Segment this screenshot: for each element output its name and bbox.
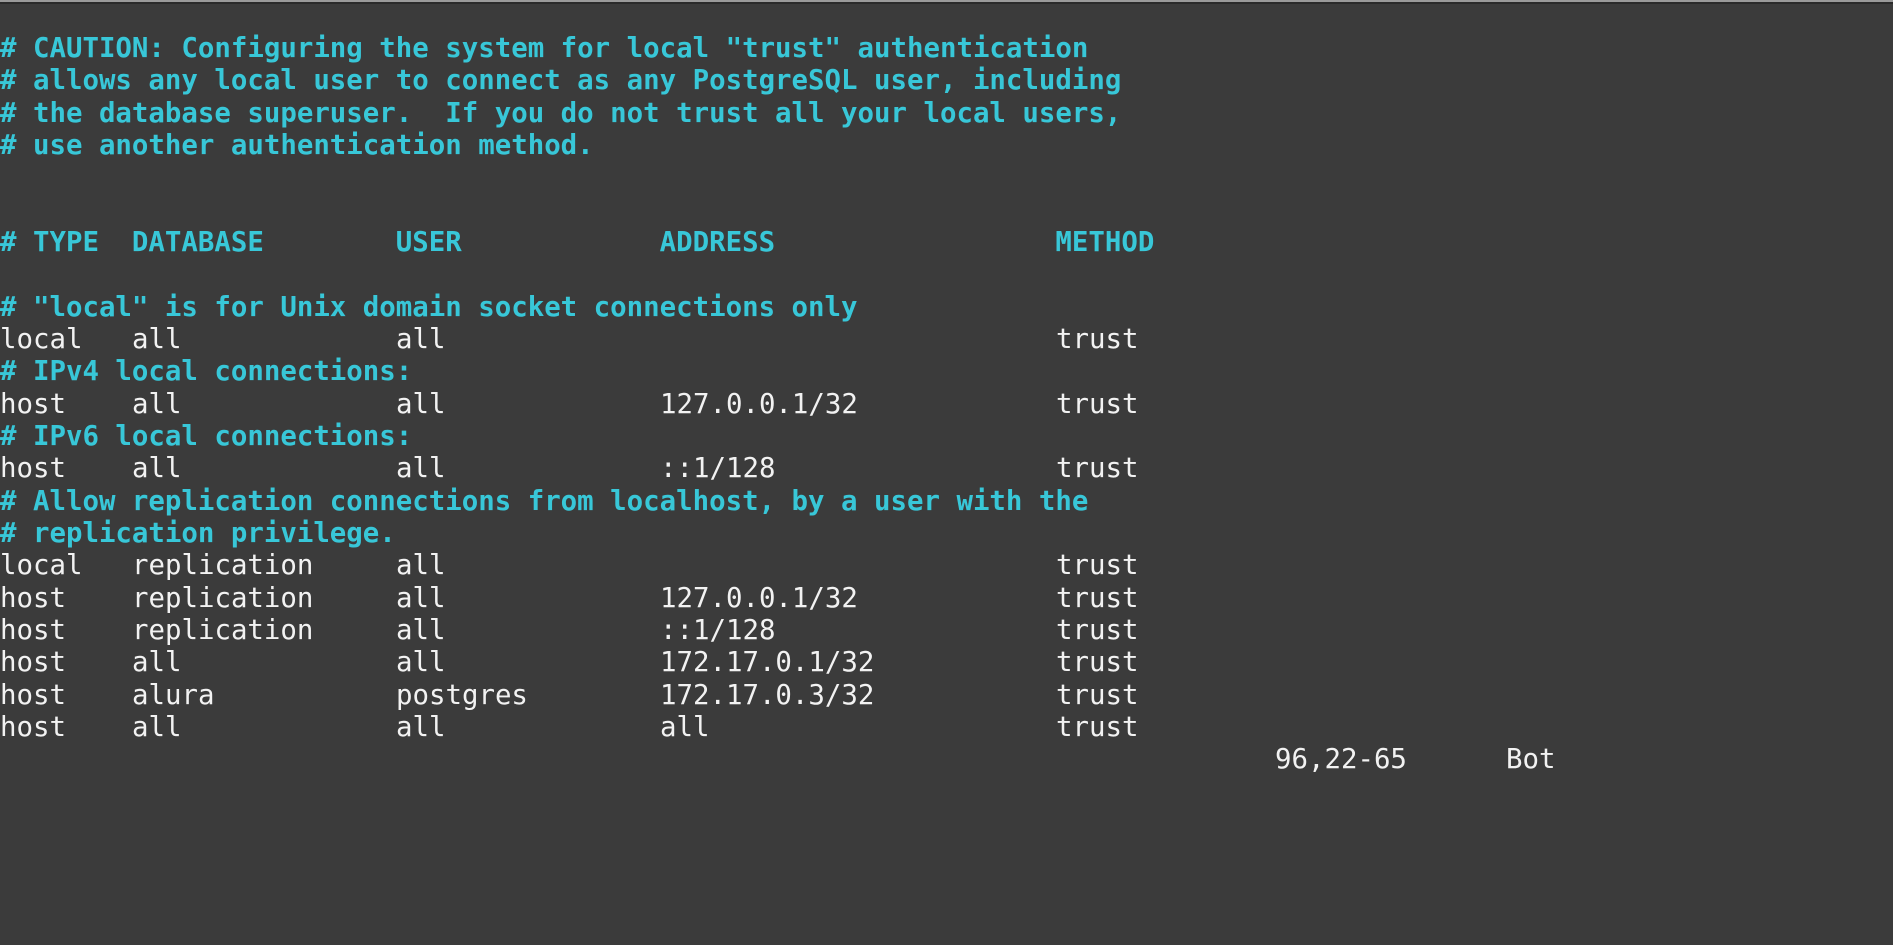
hba-entry-row: host all all::1/128 trust bbox=[0, 453, 1893, 485]
hba-database: all bbox=[132, 647, 182, 679]
hba-method: trust bbox=[1056, 550, 1139, 582]
hba-entry-row: local replication all trust bbox=[0, 550, 1893, 582]
hba-method: trust bbox=[1056, 647, 1139, 679]
hba-database: all bbox=[132, 453, 182, 485]
hba-address: ::1/128 bbox=[660, 453, 776, 485]
hba-type: host bbox=[0, 679, 66, 711]
hba-method: trust bbox=[1056, 679, 1139, 711]
hba-database: alura bbox=[132, 679, 215, 711]
hba-database: all bbox=[132, 712, 182, 744]
hba-method: trust bbox=[1056, 615, 1139, 647]
hba-user: all bbox=[396, 453, 446, 485]
hba-entry-row: host alura postgres 172.17.0.3/32 trust bbox=[0, 680, 1893, 712]
vim-ruler: 96,22-65 Bot bbox=[0, 744, 1893, 776]
hba-address: 127.0.0.1/32 bbox=[660, 388, 858, 420]
hba-type: host bbox=[0, 388, 66, 420]
vim-buffer-pg-hba-conf[interactable]: # CAUTION: Configuring the system for lo… bbox=[0, 1, 1893, 745]
hba-user: all bbox=[396, 647, 446, 679]
hba-user: all bbox=[396, 712, 446, 744]
hba-method: trust bbox=[1056, 323, 1139, 355]
comment-line: # allows any local user to connect as an… bbox=[0, 65, 1122, 97]
hba-entry-row: local all all trust bbox=[0, 324, 1893, 356]
comment-line: # CAUTION: Configuring the system for lo… bbox=[0, 32, 1089, 64]
hba-method: trust bbox=[1056, 712, 1139, 744]
comment-line: # "local" is for Unix domain socket conn… bbox=[0, 291, 858, 323]
hba-user: postgres bbox=[396, 679, 528, 711]
hba-type: host bbox=[0, 582, 66, 614]
comment-line: # use another authentication method. bbox=[0, 129, 594, 161]
comment-line: # replication privilege. bbox=[0, 518, 396, 549]
hba-database: replication bbox=[132, 615, 314, 647]
hba-user: all bbox=[396, 550, 446, 582]
hba-database: replication bbox=[132, 550, 314, 582]
hba-method: trust bbox=[1056, 582, 1139, 614]
hba-entry-row: host replication all::1/128 trust bbox=[0, 615, 1893, 647]
hba-type: local bbox=[0, 550, 83, 582]
hba-entry-row: host all all 127.0.0.1/32 trust bbox=[0, 389, 1893, 421]
hba-entry-row: host all all 172.17.0.1/32 trust bbox=[0, 647, 1893, 679]
scroll-position: Bot bbox=[1506, 744, 1556, 775]
hba-type: host bbox=[0, 453, 66, 485]
cursor-position: 96,22-65 bbox=[1275, 744, 1407, 775]
hba-address: 127.0.0.1/32 bbox=[660, 582, 858, 614]
comment-line: # the database superuser. If you do not … bbox=[0, 97, 1122, 129]
hba-database: all bbox=[132, 323, 182, 355]
hba-user: all bbox=[396, 323, 446, 355]
hba-type: host bbox=[0, 712, 66, 744]
hba-database: all bbox=[132, 388, 182, 420]
hba-method: trust bbox=[1056, 388, 1139, 420]
comment-line: # IPv6 local connections: bbox=[0, 420, 413, 452]
hba-address: ::1/128 bbox=[660, 615, 776, 647]
hba-type: local bbox=[0, 323, 83, 355]
hba-method: trust bbox=[1056, 453, 1139, 485]
hba-entry-row: host all all all trust bbox=[0, 712, 1893, 744]
hba-address: 172.17.0.1/32 bbox=[660, 647, 875, 679]
hba-address: all bbox=[660, 712, 710, 744]
column-header-comment: # TYPE DATABASE USER ADDRESS METHOD bbox=[0, 226, 1155, 258]
comment-line: # Allow replication connections from loc… bbox=[0, 485, 1089, 517]
hba-database: replication bbox=[132, 582, 314, 614]
hba-user: all bbox=[396, 615, 446, 647]
hba-type: host bbox=[0, 615, 66, 647]
hba-entry-row: host replication all 127.0.0.1/32 trust bbox=[0, 583, 1893, 615]
comment-line: # IPv4 local connections: bbox=[0, 356, 413, 388]
hba-user: all bbox=[396, 388, 446, 420]
hba-type: host bbox=[0, 647, 66, 679]
hba-user: all bbox=[396, 582, 446, 614]
hba-address: 172.17.0.3/32 bbox=[660, 679, 875, 711]
